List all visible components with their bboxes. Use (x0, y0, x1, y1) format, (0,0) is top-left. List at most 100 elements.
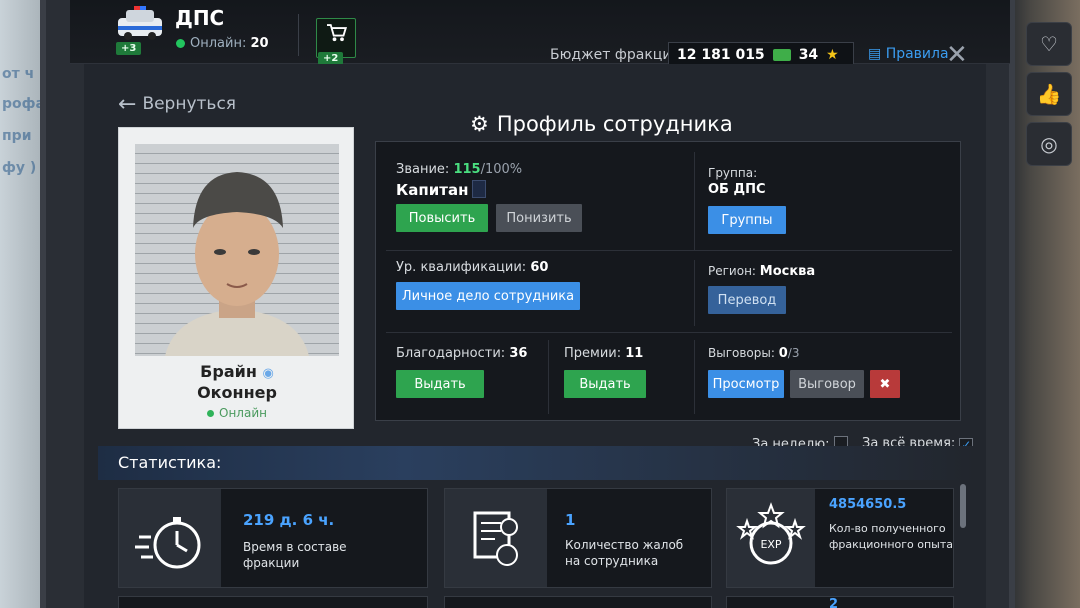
employee-info-panel: Звание: 115/100% Капитан Повысить Понизи… (375, 141, 961, 421)
bonuses-value: 11 (625, 346, 644, 361)
rank-insignia-icon (472, 180, 487, 198)
give-bonus-button[interactable]: Выдать (564, 370, 646, 398)
stat-icon-box (119, 489, 221, 587)
stat-label-line: Время в составе (243, 540, 347, 554)
online-label: Онлайн: (190, 36, 247, 51)
back-button[interactable]: ← Вернуться (118, 92, 236, 117)
divider (694, 260, 695, 326)
thanks-label: Благодарности: (396, 346, 506, 361)
budget-label: Бюджет фракции: (550, 47, 686, 63)
rank-current: 115 (453, 162, 481, 177)
page-title-text: Профиль сотрудника (496, 112, 733, 136)
arrow-left-icon: ← (118, 92, 137, 117)
rank-label: Звание: (396, 162, 450, 177)
stat-value: 1 (565, 511, 576, 529)
group-value: ОБ ДПС (708, 182, 766, 197)
stat-value: 4854650.5 (829, 497, 907, 512)
groups-button[interactable]: Группы (708, 206, 786, 234)
user-circle-icon: ◉ (262, 366, 274, 381)
stars-value: 34 (798, 47, 819, 63)
divider (386, 250, 952, 251)
rank-title-row: Капитан (396, 180, 487, 199)
rules-link[interactable]: ▤ Правила (868, 46, 949, 62)
stat-label-line: Кол-во полученного (829, 522, 946, 535)
rank-title: Капитан (396, 181, 469, 199)
remove-reprimand-button[interactable]: ✖ (870, 370, 900, 398)
qualification-value: 60 (530, 260, 549, 275)
employee-last-name: Оконнер (197, 383, 277, 402)
cart-icon (327, 24, 348, 42)
stats-title: Статистика: (118, 453, 222, 472)
star-icon: ★ (826, 47, 839, 63)
stat-card-partial (118, 596, 428, 608)
bonuses-row: Премии: 11 (564, 346, 643, 361)
stat-card-experience: EXP 4854650.5 Кол-во полученного фракцион… (726, 488, 954, 588)
background-text: фу ) (2, 160, 37, 176)
exp-stars-icon: EXP (736, 502, 806, 565)
bonuses-label: Премии: (564, 346, 622, 361)
qualification-row: Ур. квалификации: 60 (396, 260, 548, 275)
divider (548, 340, 549, 414)
stat-icon-box (445, 489, 547, 587)
thanks-value: 36 (509, 346, 528, 361)
rules-doc-icon: ▤ (868, 46, 886, 62)
faction-name: ДПС (175, 6, 225, 30)
issue-reprimand-button[interactable]: Выговор (790, 370, 864, 398)
employee-status: Онлайн (119, 406, 355, 420)
personal-file-button[interactable]: Личное дело сотрудника (396, 282, 580, 310)
stat-card-complaints: 1 Количество жалоб на сотрудника (444, 488, 712, 588)
complaint-document-icon (473, 511, 518, 566)
top-bar: +3 ДПС Онлайн: 20 +2 Бюджет фракции: 12 … (70, 0, 1010, 70)
online-count: 20 (250, 36, 269, 51)
group-value-row: ОБ ДПС (708, 182, 765, 197)
page-title: ⚙ Профиль сотрудника (470, 112, 733, 136)
back-label: Вернуться (142, 94, 237, 114)
first-name-text: Брайн (200, 362, 257, 381)
rank-max: /100% (480, 162, 523, 177)
stats-header-bar (98, 446, 974, 480)
divider (694, 340, 695, 414)
background-text: от ч (2, 66, 35, 82)
reprimands-label: Выговоры: (708, 346, 775, 360)
divider (298, 14, 299, 56)
rules-label: Правила (885, 46, 949, 62)
stat-card-partial (444, 596, 712, 608)
view-reprimands-button[interactable]: Просмотр (708, 370, 784, 398)
background-text: при (2, 128, 32, 144)
transfer-button[interactable]: Перевод (708, 286, 786, 314)
stat-label-line: фракции (243, 556, 300, 570)
region-value: Москва (759, 264, 816, 279)
employee-first-name: Брайн ◉ (119, 362, 355, 381)
thanks-row: Благодарности: 36 (396, 346, 527, 361)
gear-icon: ⚙ (470, 112, 489, 136)
stat-card-time: 219 д. 6 ч. Время в составе фракции (118, 488, 428, 588)
faction-badge: +3 (116, 42, 142, 55)
divider (694, 152, 695, 250)
stat-label: Количество жалоб на сотрудника (565, 537, 683, 569)
scrollbar[interactable] (960, 484, 966, 528)
broadcast-icon[interactable]: ◎ (1026, 122, 1072, 166)
heart-icon[interactable]: ♡ (1026, 22, 1072, 66)
stat-label-line: на сотрудника (565, 554, 659, 568)
online-dot-icon (207, 410, 215, 417)
svg-text:EXP: EXP (760, 538, 781, 551)
money-icon (772, 49, 791, 61)
background-right: ♡ 👍 ◎ (1010, 0, 1080, 608)
reprimands-row: Выговоры: 0/3 (708, 346, 799, 361)
status-text: Онлайн (219, 406, 267, 420)
avatar (165, 172, 309, 356)
reprimands-value: 0 (778, 346, 788, 361)
group-label: Группа: (708, 166, 758, 180)
background-text: рофа (2, 96, 45, 112)
remove-reprimand-icon: ✖ (879, 376, 891, 392)
region-label: Регион: (708, 264, 756, 278)
demote-button[interactable]: Понизить (496, 204, 582, 232)
stat-value: 219 д. 6 ч. (243, 511, 335, 529)
thumbs-up-icon[interactable]: 👍 (1026, 72, 1072, 116)
budget-value: 12 181 015 (677, 47, 765, 63)
give-thanks-button[interactable]: Выдать (396, 370, 484, 398)
mugshot-photo (135, 144, 339, 356)
reprimands-max: /3 (787, 346, 800, 360)
stat-value: 2 (829, 597, 839, 608)
promote-button[interactable]: Повысить (396, 204, 488, 232)
